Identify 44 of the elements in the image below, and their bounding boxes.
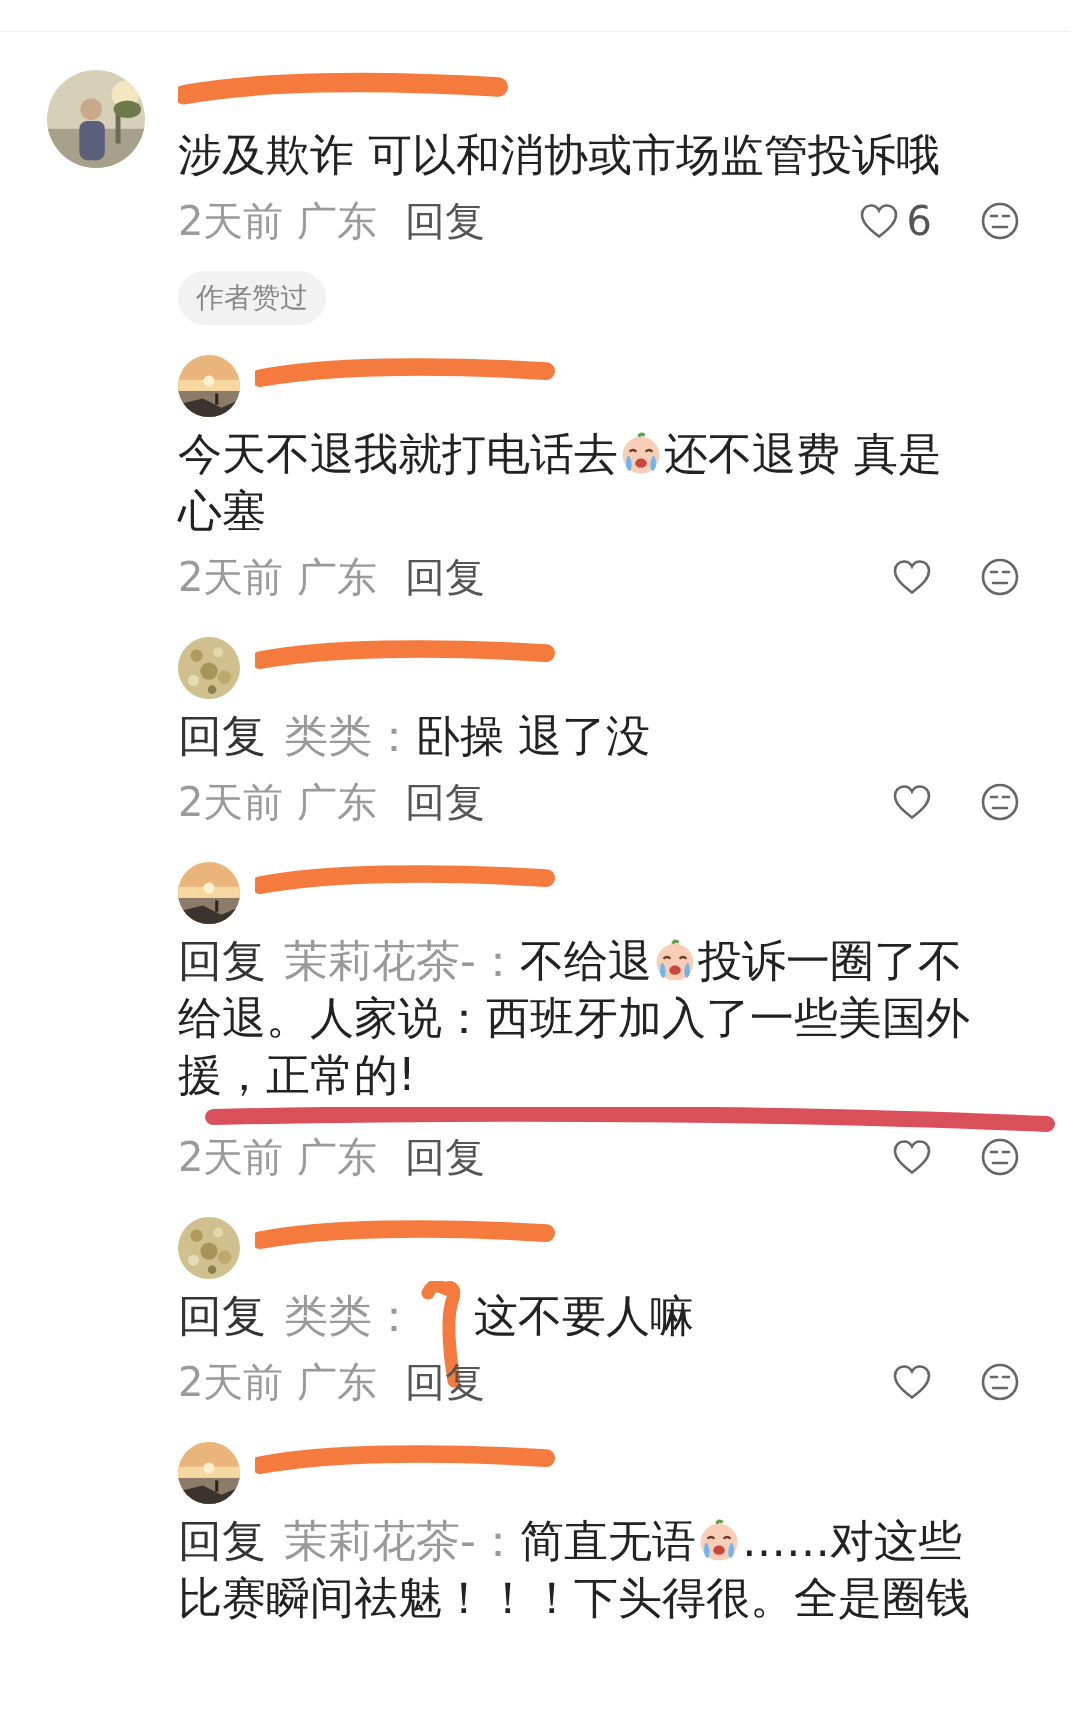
comment-time: 2天前 — [178, 1358, 284, 1407]
reply-link[interactable]: 回复 — [405, 547, 486, 607]
comment-text: 今天不退我就打电话去 — [178, 428, 618, 479]
emoji-reaction-icon[interactable] — [980, 1137, 1020, 1177]
author-liked-tag: 作者赞过 — [178, 271, 326, 325]
comment-location: 广东 — [297, 1133, 378, 1182]
comment-location: 广东 — [297, 197, 378, 246]
comment-text: 心塞 — [178, 485, 266, 536]
comment-text: 不给退 — [519, 935, 652, 986]
reply-label: 回复 — [178, 710, 266, 761]
like-count: 6 — [906, 197, 932, 246]
comment-time: 2天前 — [178, 1133, 284, 1182]
comment-text: 还不退费 真是 — [664, 428, 942, 479]
reply-link[interactable]: 回复 — [405, 772, 486, 832]
comment-text: 简直无语 — [519, 1515, 696, 1566]
comment-text: ……对这些 — [741, 1515, 962, 1566]
reply-label: 回复 — [178, 1515, 266, 1566]
comment-location: 广东 — [297, 778, 378, 827]
comment-text: 卧操 退了没 — [416, 710, 650, 761]
comment-text: 涉及欺诈 可以和消协或市场监管投诉哦 — [178, 129, 940, 180]
reply-link[interactable]: 回复 — [405, 1127, 486, 1187]
comment-time: 2天前 — [178, 197, 284, 246]
comment-time: 2天前 — [178, 778, 284, 827]
comment-text: 这不要人嘛 — [474, 1290, 694, 1341]
like-icon[interactable] — [892, 1363, 932, 1401]
comment-time: 2天前 — [178, 553, 284, 602]
like-icon[interactable] — [892, 783, 932, 821]
comment-text: 援，正常的! — [178, 1049, 416, 1100]
reply-label: 回复 — [178, 1290, 266, 1341]
emoji-reaction-icon[interactable] — [980, 1362, 1020, 1402]
comment-text: 比赛瞬间祛魅！！！下头得很。全是圈钱 — [178, 1572, 970, 1623]
reply-label: 回复 — [178, 935, 266, 986]
like-icon[interactable] — [892, 1138, 932, 1176]
comment-location: 广东 — [297, 553, 378, 602]
like-icon[interactable] — [858, 202, 899, 240]
comment-location: 广东 — [297, 1358, 378, 1407]
comment-text: 投诉一圈了不 — [697, 935, 962, 986]
reply-link[interactable]: 回复 — [405, 1352, 486, 1412]
comment-text: 给退。人家说：西班牙加入了一些美国外 — [178, 992, 970, 1043]
like-icon[interactable] — [892, 558, 932, 596]
emoji-reaction-icon[interactable] — [980, 557, 1020, 597]
reply-link[interactable]: 回复 — [405, 191, 486, 251]
emoji-reaction-icon[interactable] — [980, 782, 1020, 822]
emoji-reaction-icon[interactable] — [980, 201, 1020, 241]
